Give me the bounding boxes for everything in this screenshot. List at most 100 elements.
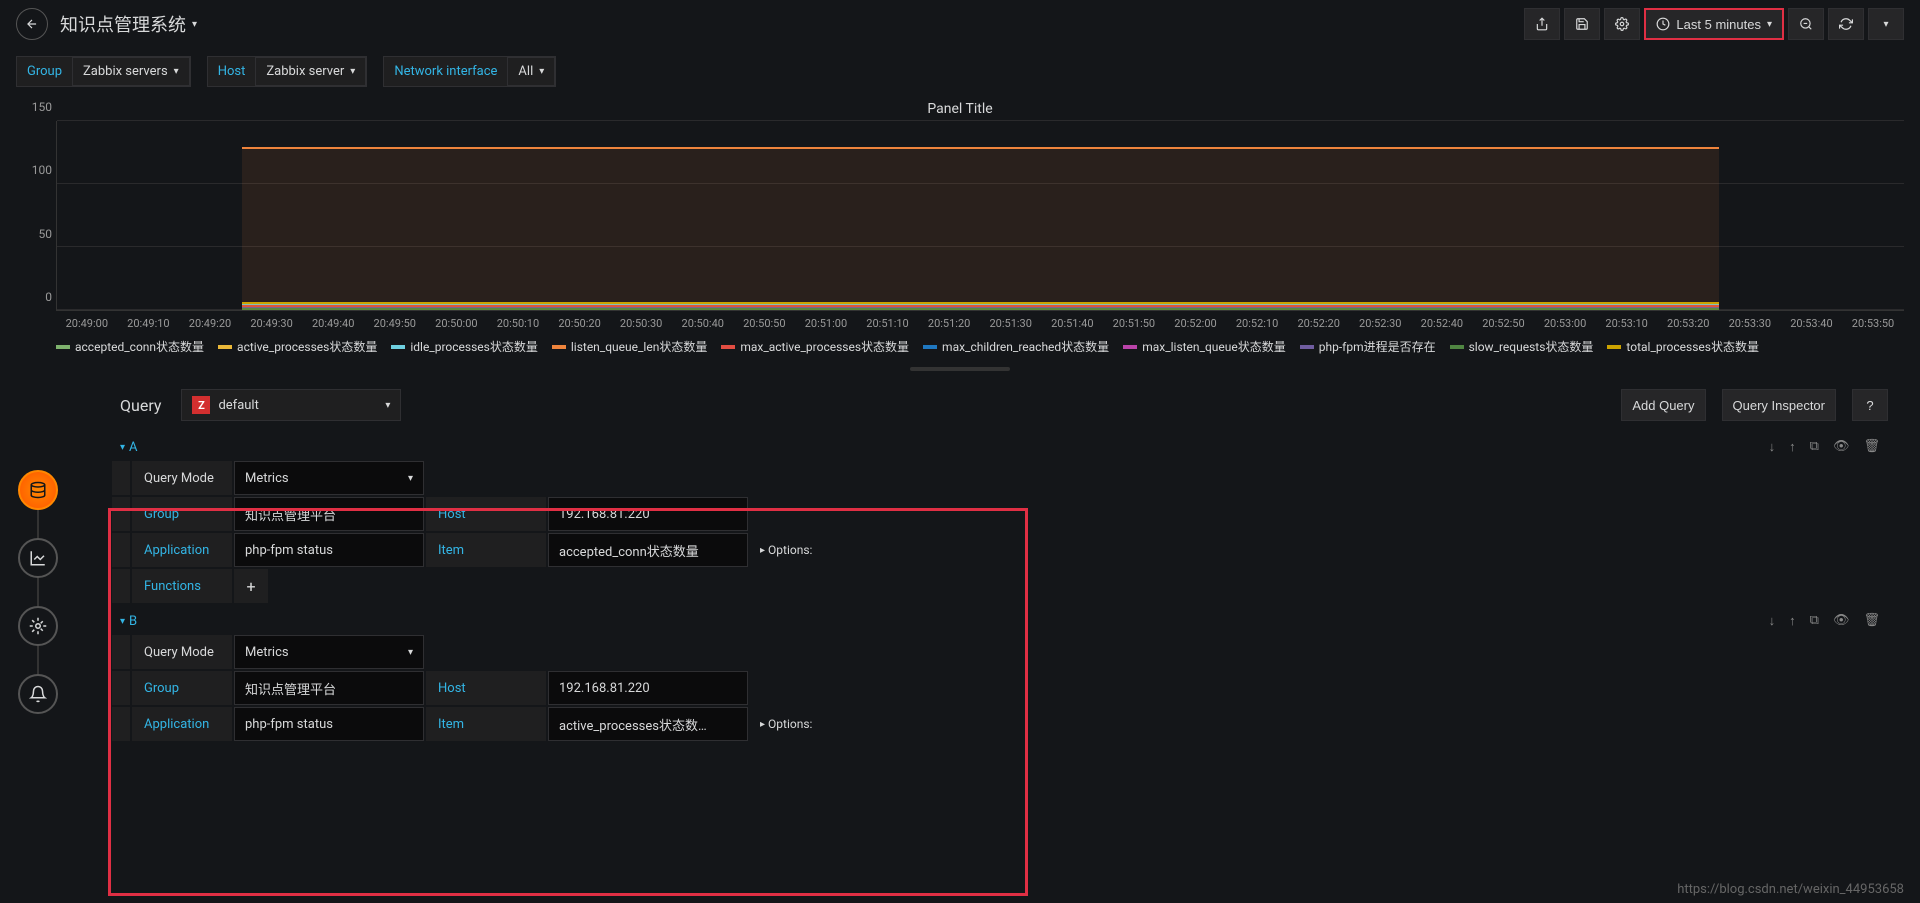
query-letter: B bbox=[129, 614, 137, 629]
legend-item[interactable]: max_listen_queue状态数量 bbox=[1123, 338, 1286, 355]
legend-item[interactable]: accepted_conn状态数量 bbox=[56, 338, 204, 355]
legend-item[interactable]: max_active_processes状态数量 bbox=[721, 338, 909, 355]
arrow-left-icon bbox=[25, 17, 39, 31]
bell-icon bbox=[29, 685, 47, 703]
refresh-interval-button[interactable]: ▾ bbox=[1868, 8, 1904, 40]
dashboard-title-button[interactable]: 知识点管理系统 ▾ bbox=[60, 11, 197, 37]
query-toggle[interactable]: ▾ A bbox=[120, 440, 138, 455]
share-icon bbox=[1535, 17, 1549, 31]
x-tick: 20:52:10 bbox=[1226, 317, 1288, 330]
query-group-label[interactable]: Group bbox=[132, 497, 232, 531]
time-range-button[interactable]: Last 5 minutes ▾ bbox=[1644, 8, 1784, 40]
query-mode-label: Query Mode bbox=[132, 461, 232, 495]
query-group-value[interactable]: 知识点管理平台 bbox=[234, 497, 424, 531]
query-host-label[interactable]: Host bbox=[426, 497, 546, 531]
legend-label: accepted_conn状态数量 bbox=[75, 338, 204, 355]
save-button[interactable] bbox=[1564, 8, 1600, 40]
var-group-group[interactable]: Group Zabbix servers ▾ bbox=[16, 56, 191, 87]
query-item-label[interactable]: Item bbox=[426, 707, 546, 741]
gear-icon bbox=[1615, 17, 1629, 31]
query-toggle[interactable]: ▾ B bbox=[120, 614, 137, 629]
legend-item[interactable]: idle_processes状态数量 bbox=[391, 338, 538, 355]
query-options-toggle[interactable]: ▸Options: bbox=[750, 533, 822, 567]
datasource-picker[interactable]: Z default ▾ bbox=[181, 389, 401, 421]
query-app-value[interactable]: php-fpm status bbox=[234, 707, 424, 741]
chart-legend: accepted_conn状态数量 active_processes状态数量 idl… bbox=[16, 330, 1904, 363]
query-inspector-button[interactable]: Query Inspector bbox=[1722, 389, 1837, 421]
share-button[interactable] bbox=[1524, 8, 1560, 40]
var-group-netif[interactable]: Network interface All ▾ bbox=[383, 56, 556, 87]
legend-item[interactable]: slow_requests状态数量 bbox=[1450, 338, 1594, 355]
var-group-host[interactable]: Host Zabbix server ▾ bbox=[207, 56, 368, 87]
query-host-label[interactable]: Host bbox=[426, 671, 546, 705]
query-mode-select[interactable]: Metrics▾ bbox=[234, 461, 424, 495]
query-app-label[interactable]: Application bbox=[132, 533, 232, 567]
x-tick: 20:51:00 bbox=[795, 317, 857, 330]
legend-label: idle_processes状态数量 bbox=[410, 338, 538, 355]
query-group-label[interactable]: Group bbox=[132, 671, 232, 705]
duplicate-button[interactable]: ⧉ bbox=[1810, 613, 1819, 629]
chart-plot-area[interactable]: 050100150 bbox=[16, 121, 1904, 311]
save-icon bbox=[1575, 17, 1589, 31]
query-functions-label[interactable]: Functions bbox=[132, 569, 232, 603]
legend-item[interactable]: listen_queue_len状态数量 bbox=[552, 338, 707, 355]
var-host-select[interactable]: Zabbix server ▾ bbox=[255, 57, 366, 86]
tab-visualization[interactable] bbox=[18, 538, 58, 578]
zoom-out-button[interactable] bbox=[1788, 8, 1824, 40]
settings-button[interactable] bbox=[1604, 8, 1640, 40]
var-group-select[interactable]: Zabbix servers ▾ bbox=[72, 57, 190, 86]
query-help-button[interactable]: ? bbox=[1852, 389, 1888, 421]
resize-handle[interactable] bbox=[910, 367, 1010, 371]
x-tick: 20:52:40 bbox=[1411, 317, 1473, 330]
toggle-visibility-button[interactable]: 👁 bbox=[1833, 613, 1850, 629]
tab-general[interactable] bbox=[18, 606, 58, 646]
query-item-label[interactable]: Item bbox=[426, 533, 546, 567]
caret-down-icon: ▾ bbox=[174, 66, 179, 77]
move-up-button[interactable]: ↑ bbox=[1789, 439, 1796, 455]
dashboard-title: 知识点管理系统 bbox=[60, 11, 186, 37]
duplicate-button[interactable]: ⧉ bbox=[1810, 439, 1819, 455]
query-group-value[interactable]: 知识点管理平台 bbox=[234, 671, 424, 705]
add-function-button[interactable]: + bbox=[234, 569, 268, 603]
var-netif-select[interactable]: All ▾ bbox=[507, 57, 555, 86]
legend-item[interactable]: active_processes状态数量 bbox=[218, 338, 377, 355]
toggle-visibility-button[interactable]: 👁 bbox=[1833, 439, 1850, 455]
refresh-button[interactable] bbox=[1828, 8, 1864, 40]
legend-item[interactable]: max_children_reached状态数量 bbox=[923, 338, 1109, 355]
move-down-button[interactable]: ↓ bbox=[1769, 613, 1776, 629]
x-tick: 20:50:20 bbox=[549, 317, 611, 330]
legend-swatch bbox=[391, 345, 405, 349]
query-options-toggle[interactable]: ▸Options: bbox=[750, 707, 822, 741]
caret-down-icon: ▾ bbox=[120, 616, 125, 627]
query-item-value[interactable]: active_processes状态数… bbox=[548, 707, 748, 741]
query-app-label[interactable]: Application bbox=[132, 707, 232, 741]
query-letter: A bbox=[129, 440, 137, 455]
legend-label: max_children_reached状态数量 bbox=[942, 338, 1109, 355]
query-app-value[interactable]: php-fpm status bbox=[234, 533, 424, 567]
legend-item[interactable]: php-fpm进程是否存在 bbox=[1300, 338, 1436, 355]
tab-alert[interactable] bbox=[18, 674, 58, 714]
remove-query-button[interactable]: 🗑 bbox=[1863, 439, 1880, 455]
remove-query-button[interactable]: 🗑 bbox=[1863, 613, 1880, 629]
legend-swatch bbox=[1450, 345, 1464, 349]
y-tick: 0 bbox=[45, 290, 52, 304]
back-button[interactable] bbox=[16, 8, 48, 40]
refresh-icon bbox=[1839, 17, 1853, 31]
query-item-value[interactable]: accepted_conn状态数量 bbox=[548, 533, 748, 567]
tab-queries[interactable] bbox=[18, 470, 58, 510]
move-up-button[interactable]: ↑ bbox=[1789, 613, 1796, 629]
add-query-button[interactable]: Add Query bbox=[1621, 389, 1705, 421]
x-tick: 20:51:20 bbox=[918, 317, 980, 330]
move-down-button[interactable]: ↓ bbox=[1769, 439, 1776, 455]
legend-item[interactable]: total_processes状态数量 bbox=[1607, 338, 1759, 355]
x-tick: 20:51:30 bbox=[980, 317, 1042, 330]
chart-canvas[interactable] bbox=[56, 121, 1904, 311]
query-host-value[interactable]: 192.168.81.220 bbox=[548, 497, 748, 531]
x-tick: 20:50:50 bbox=[734, 317, 796, 330]
query-mode-select[interactable]: Metrics▾ bbox=[234, 635, 424, 669]
query-mode-label: Query Mode bbox=[132, 635, 232, 669]
x-tick: 20:49:30 bbox=[241, 317, 303, 330]
x-tick: 20:51:10 bbox=[857, 317, 919, 330]
caret-down-icon: ▾ bbox=[539, 66, 544, 77]
query-host-value[interactable]: 192.168.81.220 bbox=[548, 671, 748, 705]
